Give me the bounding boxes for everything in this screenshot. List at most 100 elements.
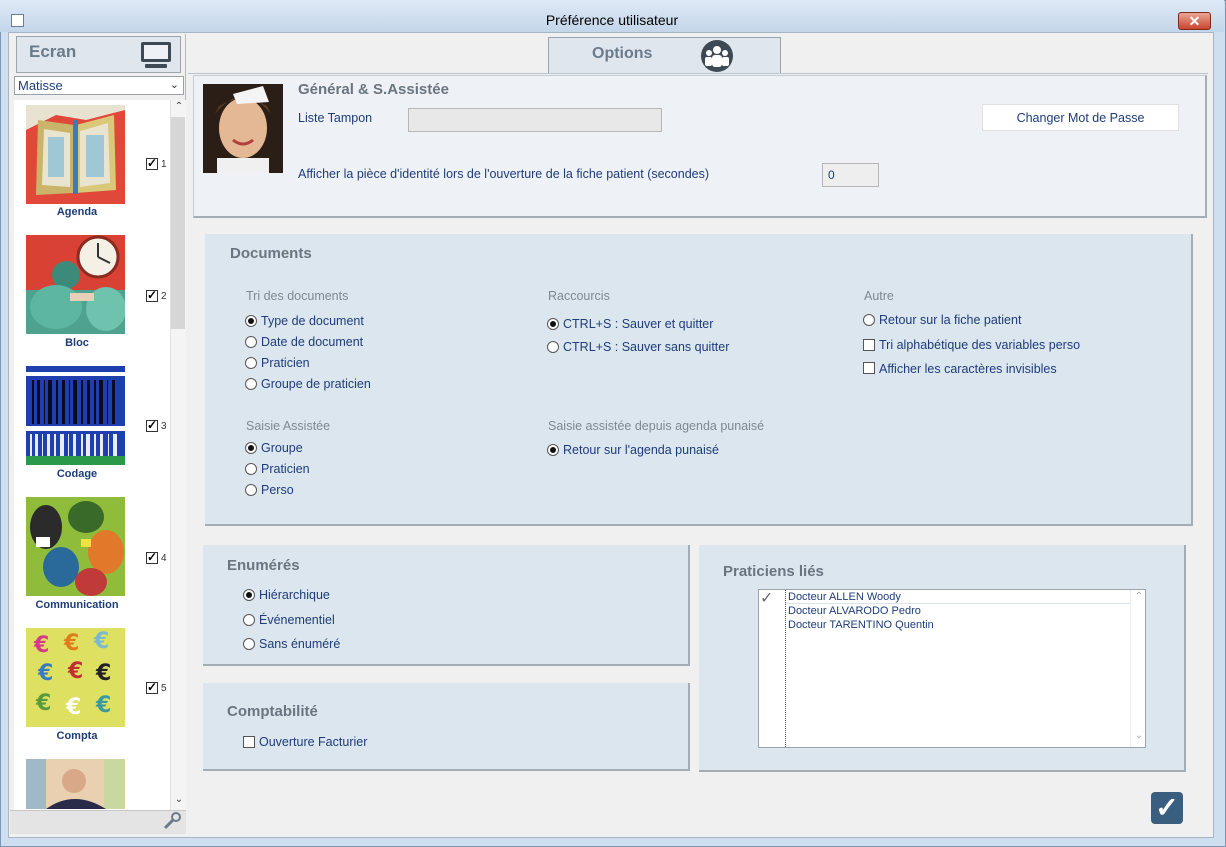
id-piece-label: Afficher la pièce d'identité lors de l'o…: [298, 167, 710, 181]
bloc-index: 2: [161, 291, 167, 302]
svg-text:€: €: [37, 661, 53, 686]
comptabilite-section-title: Comptabilité: [227, 703, 318, 720]
prat-scroll-down-icon[interactable]: ⌄: [1131, 730, 1147, 741]
screen-selector-value: Matisse: [18, 78, 63, 93]
codage-index: 3: [161, 421, 167, 432]
users-icon: [701, 40, 733, 72]
tri-groupe-label[interactable]: Groupe de praticien: [261, 377, 371, 391]
next-screen-thumbnail[interactable]: [26, 759, 125, 809]
monitor-icon: [141, 42, 171, 68]
retour-fiche-radio[interactable]: [863, 314, 875, 326]
caracteres-invisibles-label[interactable]: Afficher les caractères invisibles: [879, 362, 1057, 376]
communication-checkbox[interactable]: [146, 550, 158, 564]
ctrl-s-save-stay-label[interactable]: CTRL+S : Sauver sans quitter: [563, 340, 729, 354]
tri-documents-title: Tri des documents: [246, 289, 349, 303]
enum-sans-label[interactable]: Sans énuméré: [259, 637, 340, 651]
praticien-row-tarentino[interactable]: Docteur TARENTINO Quentin: [788, 619, 934, 631]
enumeres-section-title: Enumérés: [227, 557, 300, 574]
ouverture-facturier-label[interactable]: Ouverture Facturier: [259, 735, 367, 749]
enum-hierarchique-radio[interactable]: [243, 589, 255, 601]
chevron-down-icon: ⌄: [169, 79, 179, 91]
compta-thumbnail[interactable]: € € € € € € € € €: [26, 628, 125, 727]
raccourcis-title: Raccourcis: [548, 289, 610, 303]
compta-checkbox[interactable]: [146, 680, 158, 694]
saisie-groupe-radio[interactable]: [245, 442, 257, 454]
scrollbar-thumb[interactable]: [171, 117, 185, 329]
praticiens-section-title: Praticiens liés: [723, 563, 824, 580]
liste-tampon-input[interactable]: [408, 108, 662, 132]
compta-label: Compta: [56, 730, 98, 742]
praticiens-row-separator: [785, 603, 1130, 604]
retour-agenda-radio[interactable]: [547, 444, 559, 456]
saisie-agenda-title: Saisie assistée depuis agenda punaisé: [548, 419, 765, 433]
change-password-button[interactable]: Changer Mot de Passe: [982, 104, 1179, 131]
svg-text:€: €: [33, 633, 49, 658]
enum-sans-radio[interactable]: [243, 638, 255, 650]
praticien-row-allen[interactable]: Docteur ALLEN Woody: [788, 591, 901, 603]
communication-thumbnail[interactable]: [26, 497, 125, 596]
saisie-praticien-label[interactable]: Praticien: [261, 462, 310, 476]
codage-thumbnail[interactable]: [26, 366, 125, 465]
ctrl-s-save-quit-radio[interactable]: [547, 318, 559, 330]
options-tab[interactable]: [548, 37, 781, 74]
close-button[interactable]: ✕: [1178, 12, 1211, 30]
saisie-praticien-radio[interactable]: [245, 463, 257, 475]
agenda-checkbox[interactable]: [146, 156, 158, 170]
options-tab-label: Options: [592, 45, 653, 62]
wrench-icon[interactable]: [163, 812, 181, 830]
tri-alpha-label[interactable]: Tri alphabétique des variables perso: [879, 338, 1080, 352]
id-piece-seconds-input[interactable]: 0: [822, 163, 879, 187]
saisie-perso-label[interactable]: Perso: [261, 483, 294, 497]
screen-panel-footer: [10, 810, 186, 834]
communication-label: Communication: [35, 599, 119, 611]
codage-checkbox[interactable]: [146, 418, 158, 432]
scroll-down-icon[interactable]: ⌄: [171, 794, 187, 805]
tri-type-radio[interactable]: [245, 315, 257, 327]
screen-selector[interactable]: Matisse ⌄: [14, 76, 184, 95]
tri-praticien-radio[interactable]: [245, 357, 257, 369]
window-system-menu-icon[interactable]: [11, 14, 24, 27]
praticien-row-alvarodo[interactable]: Docteur ALVARODO Pedro: [788, 605, 921, 617]
ouverture-facturier-checkbox[interactable]: [243, 736, 255, 748]
bloc-thumbnail[interactable]: [26, 235, 125, 334]
saisie-perso-radio[interactable]: [245, 484, 257, 496]
bloc-label: Bloc: [65, 337, 89, 349]
enum-hierarchique-label[interactable]: Hiérarchique: [259, 588, 330, 602]
svg-text:€: €: [35, 691, 51, 716]
retour-fiche-label[interactable]: Retour sur la fiche patient: [879, 313, 1021, 327]
documents-section-title: Documents: [230, 245, 312, 262]
retour-agenda-label[interactable]: Retour sur l'agenda punaisé: [563, 443, 719, 457]
codage-label: Codage: [56, 468, 98, 480]
ctrl-s-save-quit-label[interactable]: CTRL+S : Sauver et quitter: [563, 317, 713, 331]
praticiens-scrollbar[interactable]: ⌃ ⌄: [1130, 590, 1145, 747]
tri-date-radio[interactable]: [245, 336, 257, 348]
comptabilite-panel: [203, 683, 690, 771]
liste-tampon-label: Liste Tampon: [298, 111, 373, 125]
scroll-up-icon[interactable]: ⌃: [171, 101, 187, 112]
saisie-assistee-title: Saisie Assistée: [246, 419, 331, 433]
prat-scroll-up-icon[interactable]: ⌃: [1131, 591, 1147, 602]
checkmark-icon[interactable]: ✓: [760, 588, 773, 608]
autre-title: Autre: [864, 289, 894, 303]
compta-index: 5: [161, 683, 167, 694]
validate-button[interactable]: ✓: [1151, 792, 1183, 824]
enum-evenementiel-radio[interactable]: [243, 614, 255, 626]
caracteres-invisibles-checkbox[interactable]: [863, 362, 875, 374]
praticiens-column-divider: [785, 590, 786, 747]
svg-text:€: €: [63, 631, 79, 656]
svg-text:€: €: [67, 659, 83, 684]
tri-alpha-checkbox[interactable]: [863, 339, 875, 351]
tri-praticien-label[interactable]: Praticien: [261, 356, 310, 370]
tri-groupe-radio[interactable]: [245, 378, 257, 390]
enum-evenementiel-label[interactable]: Événementiel: [259, 613, 335, 627]
tri-date-label[interactable]: Date de document: [261, 335, 363, 349]
saisie-groupe-label[interactable]: Groupe: [261, 441, 303, 455]
bloc-checkbox[interactable]: [146, 288, 158, 302]
svg-text:€: €: [95, 661, 111, 686]
svg-text:€: €: [65, 695, 81, 720]
ecran-tab-label: Ecran: [29, 42, 77, 61]
svg-text:€: €: [93, 629, 109, 654]
agenda-thumbnail[interactable]: [26, 105, 125, 204]
tri-type-label[interactable]: Type de document: [261, 314, 364, 328]
ctrl-s-save-stay-radio[interactable]: [547, 341, 559, 353]
